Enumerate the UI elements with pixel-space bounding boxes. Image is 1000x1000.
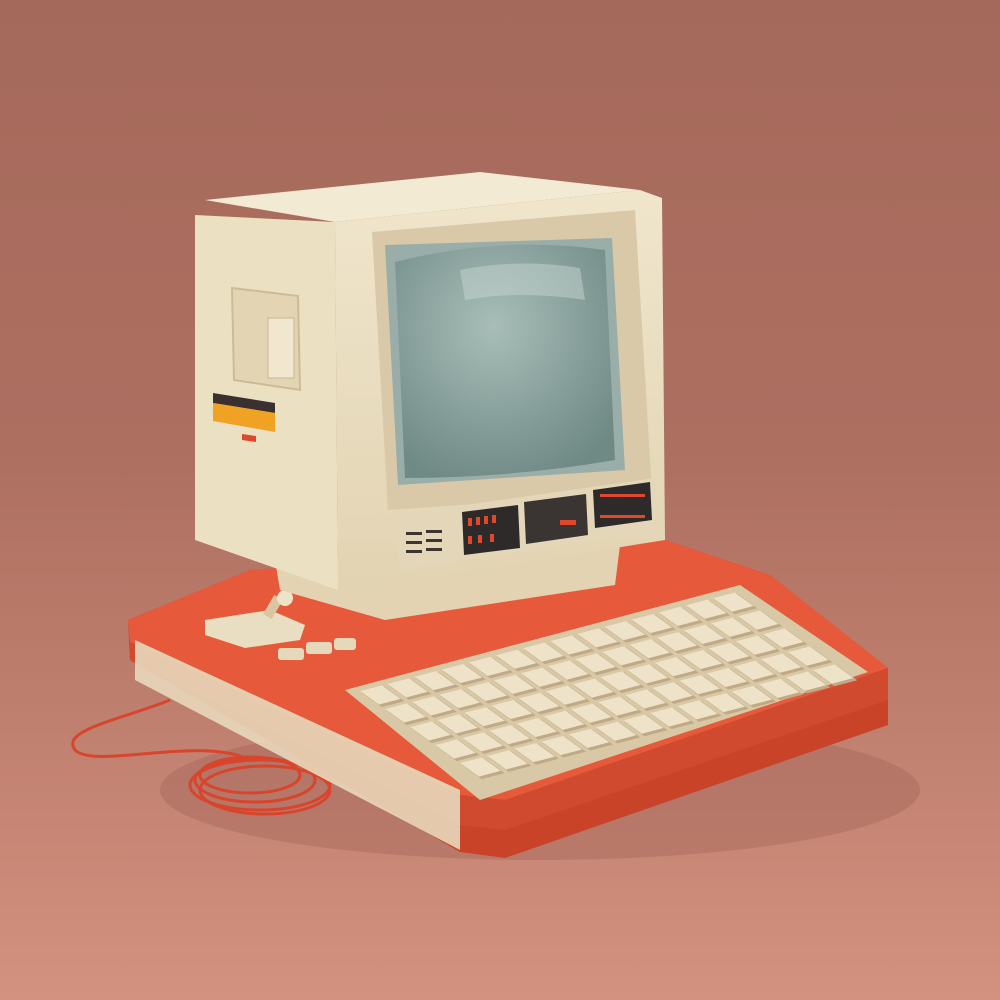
monitor [195,172,665,592]
scene [0,0,1000,1000]
indicator-display-1 [462,505,520,555]
indicator-display-3 [593,482,652,528]
screen-reflection [460,263,585,300]
drive-latch [267,317,295,379]
